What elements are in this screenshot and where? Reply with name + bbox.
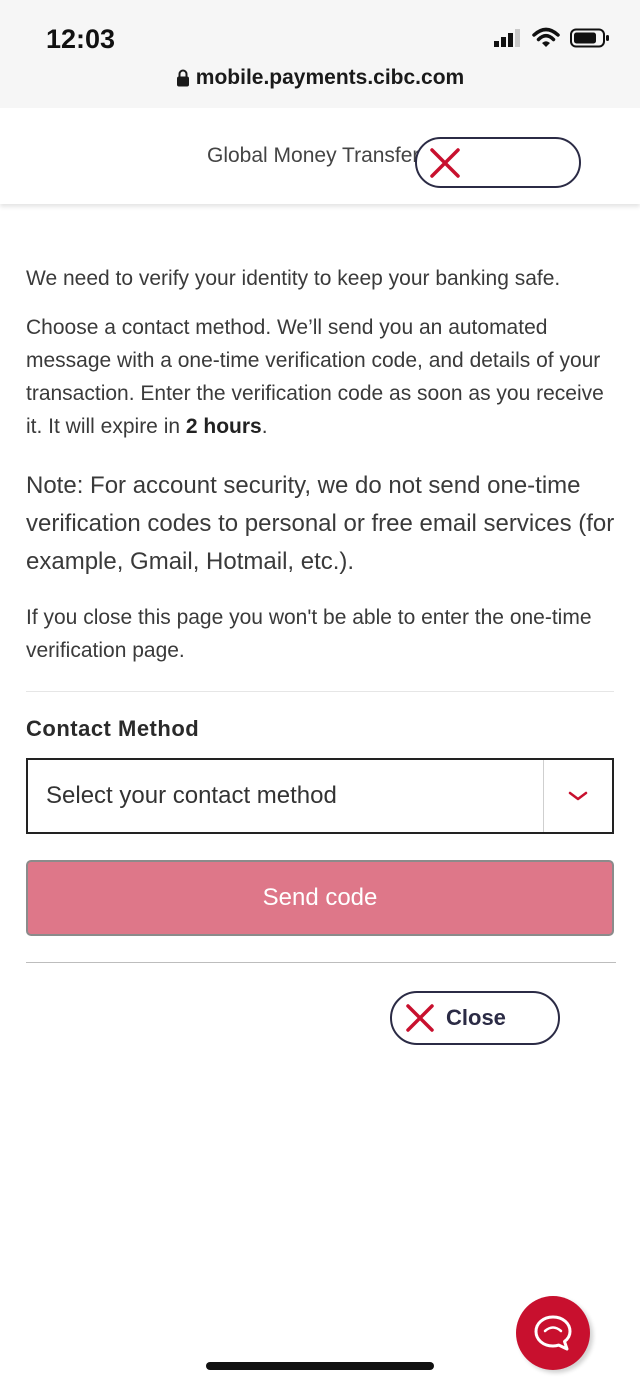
address-bar[interactable]: mobile.payments.cibc.com bbox=[0, 66, 640, 90]
close-button-label: Close bbox=[446, 1005, 506, 1030]
instructions-text-part1: Choose a contact method. We’ll send you … bbox=[26, 316, 604, 438]
section-divider bbox=[26, 691, 614, 692]
home-indicator[interactable] bbox=[206, 1362, 434, 1370]
browser-status-bar: 12:03 mobile.payments.cibc.com bbox=[0, 0, 640, 109]
security-note: Note: For account security, we do not se… bbox=[26, 472, 615, 575]
status-time: 12:03 bbox=[46, 24, 116, 54]
page-header: Global Money Transfer bbox=[0, 108, 640, 204]
verification-content: We need to verify your identity to keep … bbox=[26, 262, 616, 963]
instructions-text: Choose a contact method. We’ll send you … bbox=[26, 311, 616, 443]
signal-icon bbox=[494, 29, 520, 47]
url-text: mobile.payments.cibc.com bbox=[195, 66, 465, 89]
expiry-duration: 2 hours bbox=[185, 415, 262, 438]
header-close-button[interactable] bbox=[415, 137, 581, 188]
instructions-text-part2: . bbox=[261, 415, 268, 438]
send-code-button[interactable]: Send code bbox=[26, 860, 614, 936]
lock-icon bbox=[176, 69, 189, 87]
close-x-icon bbox=[406, 1004, 434, 1032]
contact-method-select[interactable]: Select your contact method bbox=[26, 758, 614, 834]
close-warning-text: If you close this page you won't be able… bbox=[26, 606, 592, 662]
chat-button[interactable] bbox=[516, 1296, 590, 1370]
close-button[interactable]: Close bbox=[390, 991, 560, 1045]
close-x-icon bbox=[430, 147, 460, 178]
contact-method-placeholder: Select your contact method bbox=[46, 782, 337, 809]
contact-method-label: Contact Method bbox=[26, 716, 200, 741]
battery-icon bbox=[570, 28, 609, 48]
select-arrow[interactable] bbox=[543, 760, 612, 832]
chevron-down-icon bbox=[568, 791, 588, 801]
status-icons bbox=[494, 27, 610, 49]
chat-icon bbox=[534, 1315, 572, 1351]
footer-divider bbox=[26, 962, 616, 963]
wifi-icon bbox=[532, 27, 560, 47]
intro-text: We need to verify your identity to keep … bbox=[26, 267, 561, 290]
page-title: Global Money Transfer bbox=[207, 144, 420, 167]
